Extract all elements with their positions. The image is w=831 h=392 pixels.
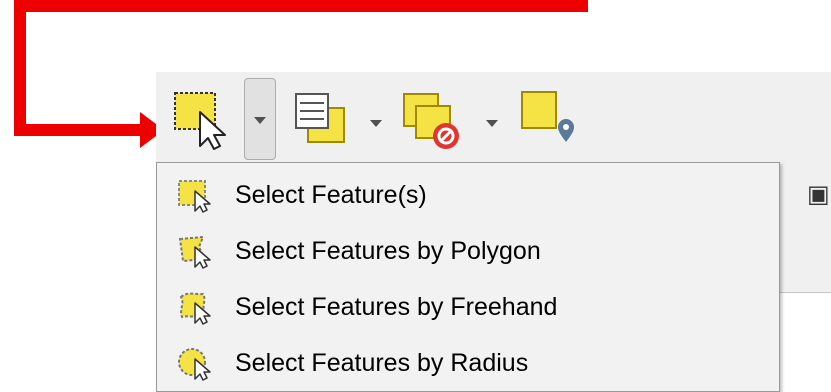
selection-toolbar (156, 72, 831, 162)
select-by-attribute-dropdown-arrow[interactable] (370, 120, 382, 127)
select-tool-dropdown-arrow[interactable] (244, 78, 276, 160)
menu-item-label: Select Features by Radius (235, 349, 529, 377)
select-feature-button[interactable] (172, 90, 236, 150)
annotation-arrow-horizontal (14, 124, 144, 136)
menu-item-select-by-radius[interactable]: Select Features by Radius (157, 335, 779, 391)
select-by-location-button[interactable] (520, 90, 582, 150)
deselect-features-icon (403, 93, 459, 149)
select-by-attribute-icon (295, 93, 345, 143)
menu-item-label: Select Feature(s) (235, 181, 427, 209)
deselect-dropdown-arrow[interactable] (486, 120, 498, 127)
deselect-features-button[interactable] (402, 92, 470, 152)
annotation-arrow-top (14, 0, 588, 12)
select-freehand-icon (179, 292, 211, 325)
select-rectangle-icon (178, 180, 211, 213)
menu-item-label: Select Features by Polygon (235, 237, 541, 265)
menu-item-select-by-freehand[interactable]: Select Features by Freehand (157, 279, 779, 335)
select-radius-icon (178, 348, 211, 381)
chevron-down-icon (254, 117, 266, 124)
annotation-arrow-vertical (14, 0, 26, 136)
select-by-attribute-button[interactable] (294, 92, 354, 148)
panel-icon: ▣ (807, 181, 830, 208)
select-tool-menu: Select Feature(s) Select Features by Pol… (156, 162, 780, 392)
select-polygon-icon (178, 235, 211, 269)
select-by-location-icon (521, 91, 574, 142)
menu-item-label: Select Features by Freehand (235, 293, 558, 321)
menu-item-select-features[interactable]: Select Feature(s) (157, 167, 779, 223)
select-feature-icon (174, 92, 226, 150)
menu-item-select-by-polygon[interactable]: Select Features by Polygon (157, 223, 779, 279)
